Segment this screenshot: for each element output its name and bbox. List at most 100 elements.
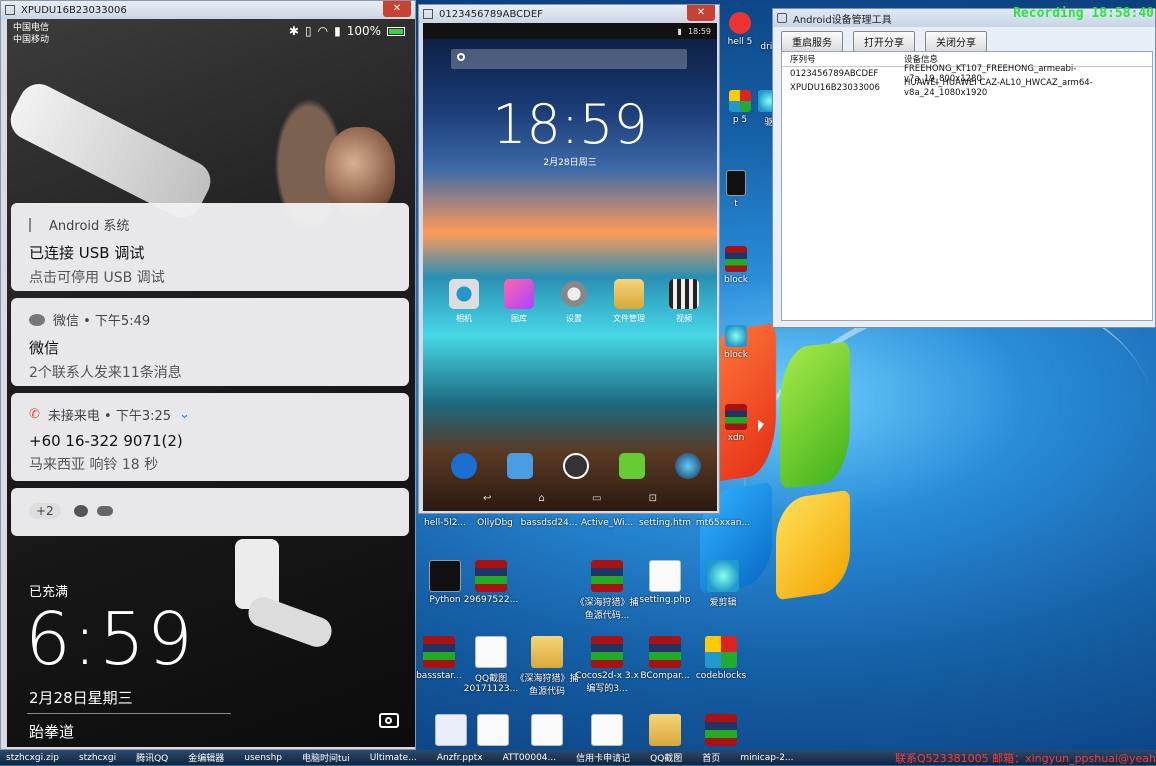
table-row[interactable]: XPUDU16B23033006 HUAWEI_HUAWEI CAZ-AL10_…	[782, 78, 1152, 98]
desktop-icon[interactable]: mt65xxan...	[690, 518, 756, 528]
taskbar-item[interactable]: 首页	[702, 751, 720, 764]
home-clock: 18:59	[492, 93, 648, 156]
taskbar-item[interactable]: stzhcxgi.zip	[6, 753, 59, 763]
taskbar-item[interactable]: minicap-2...	[740, 753, 793, 763]
usb-icon	[29, 217, 41, 232]
device-list[interactable]: 序列号 设备信息 0123456789ABCDEF FREEHONG_KT107…	[781, 51, 1153, 321]
messaging-icon[interactable]	[619, 453, 645, 479]
taskbar-item[interactable]: Anzfr.pptx	[437, 753, 483, 763]
battery-icon: ▮	[677, 26, 682, 36]
desktop-icon[interactable]: bassdsd24...	[516, 518, 582, 528]
taskbar-item[interactable]: QQ截图	[650, 751, 682, 764]
app-video[interactable]: 视频	[659, 279, 709, 324]
desktop-icon[interactable]	[514, 714, 580, 749]
document-icon	[649, 560, 681, 592]
image-file-icon	[475, 636, 507, 668]
tool-toolbar: 重启服务 打开分享 关闭分享	[781, 31, 987, 52]
desktop-icon[interactable]: setting.php	[632, 560, 698, 605]
desktop-icon[interactable]: Active_Wi...	[574, 518, 640, 528]
phone2-titlebar[interactable]: 0123456789ABCDEF ✕	[419, 5, 719, 23]
desktop-icon-label: 《深海狩猎》捕鱼源代码...	[575, 598, 639, 621]
desktop-icon[interactable]: xdn	[716, 404, 756, 443]
close-button[interactable]: ✕	[687, 5, 715, 21]
notification-usb[interactable]: Android 系统 已连接 USB 调试 点击可停用 USB 调试	[11, 203, 409, 291]
desktop-icon[interactable]: 29697522...	[458, 560, 524, 605]
contacts-icon[interactable]	[507, 453, 533, 479]
notification-wechat[interactable]: 微信 • 下午5:49 微信 2个联系人发来11条消息	[11, 298, 409, 386]
close-share-button[interactable]: 关闭分享	[925, 31, 987, 52]
app-camera[interactable]: 相机	[439, 279, 489, 324]
app-file-manager[interactable]: 文件管理	[604, 279, 654, 324]
desktop-icon[interactable]: block	[716, 325, 756, 360]
desktop-icon[interactable]: 爱剪辑	[690, 560, 756, 608]
device-tool-window[interactable]: Android设备管理工具 重启服务 打开分享 关闭分享 序列号 设备信息 01…	[772, 8, 1156, 328]
desktop-icon-label: Cocos2d-x 3.x编写的3...	[575, 671, 639, 694]
camera-icon[interactable]	[379, 713, 399, 728]
notification-app: Android 系统	[49, 219, 130, 234]
desktop-icon[interactable]: 《深海狩猎》捕鱼源代码	[514, 636, 580, 697]
desktop-icon-label: hell 5	[727, 37, 753, 47]
desktop-icon[interactable]: Cocos2d-x 3.x编写的3...	[574, 636, 640, 694]
desktop-icon[interactable]	[688, 714, 754, 749]
notification-missed-call[interactable]: ✆ 未接来电 • 下午3:25 ⌄ +60 16-322 9071(2) 马来西亚 …	[11, 393, 409, 481]
back-button[interactable]: ↩	[483, 493, 491, 504]
browser-icon[interactable]	[675, 453, 701, 479]
taskbar-item[interactable]: 信用卡申请记	[576, 751, 630, 764]
notification-body: 马来西亚 响铃 18 秒	[29, 457, 159, 473]
taskbar-item[interactable]: stzhcxgi	[79, 753, 116, 763]
open-share-button[interactable]: 打开分享	[853, 31, 915, 52]
phone1-titlebar[interactable]: XPUDU16B23033006 ✕	[1, 1, 415, 19]
phone1-window[interactable]: XPUDU16B23033006 ✕ 中国电信 中国移动 ✱ ▯ ◠ ▮ 100…	[0, 0, 416, 750]
app-label: 视频	[676, 314, 692, 323]
app-icon	[725, 325, 747, 347]
column-header-serial[interactable]: 序列号	[782, 53, 904, 65]
desktop-icon[interactable]: setting.htm	[632, 518, 698, 528]
document-icon	[531, 714, 563, 746]
desktop-icon-label: 《深海狩猎》捕鱼源代码	[515, 674, 579, 697]
taskbar-item[interactable]: Ultimate...	[370, 753, 417, 763]
notification-more[interactable]: +2	[11, 488, 409, 536]
app-icon	[729, 90, 751, 112]
chat-bubble-icon	[73, 504, 88, 517]
desktop-icon[interactable]: 《深海狩猎》捕鱼源代码...	[574, 560, 640, 621]
search-bar[interactable]	[451, 49, 687, 69]
desktop-icon-label: setting.php	[639, 595, 691, 605]
taskbar-item[interactable]: ATT00004...	[503, 753, 557, 763]
more-count-badge: +2	[29, 503, 61, 519]
desktop-icon[interactable]: codeblocks	[688, 636, 754, 681]
desktop-icon-label: p 5	[732, 115, 748, 125]
desktop-icon-label: block	[724, 350, 748, 360]
phone1-title: XPUDU16B23033006	[21, 4, 127, 16]
chevron-down-icon[interactable]: ⌄	[179, 407, 190, 422]
taskbar-item[interactable]: 电脑时间tui	[302, 751, 350, 764]
restart-service-button[interactable]: 重启服务	[781, 31, 843, 52]
home-button[interactable]: ⌂	[539, 493, 545, 504]
phone-icon[interactable]	[451, 453, 477, 479]
desktop-icon[interactable]	[574, 714, 640, 749]
desktop-icon[interactable]: block	[716, 246, 756, 285]
app-drawer-icon[interactable]	[563, 453, 589, 479]
app-icon	[726, 170, 746, 196]
taskbar-item[interactable]: 腾讯QQ	[136, 751, 168, 764]
app-settings[interactable]: 设置	[549, 279, 599, 324]
signal-icon: ▮	[334, 24, 341, 38]
desktop-icon-label: mt65xxan...	[695, 518, 751, 528]
phone2-window[interactable]: 0123456789ABCDEF ✕ ▮ 18:59 18:59 2月28日周三 …	[418, 4, 720, 514]
status-bar: ▮ 18:59	[423, 23, 717, 39]
desktop-icon[interactable]: t	[716, 170, 756, 209]
desktop-icon-label: t	[734, 199, 738, 209]
taskbar-item[interactable]: 金编辑器	[188, 751, 224, 764]
home-icon	[777, 13, 787, 23]
desktop-icon-label: Active_Wi...	[580, 518, 634, 528]
serial-cell: XPUDU16B23033006	[790, 83, 880, 93]
notification-app: 未接来电 • 下午3:25	[47, 409, 172, 424]
app-gallery[interactable]: 图库	[494, 279, 544, 324]
screenshot-button[interactable]: ⊡	[649, 493, 657, 504]
phone2-screen[interactable]: ▮ 18:59 18:59 2月28日周三 相机 图库 设置 文件管理 视频 ↩ …	[423, 23, 717, 511]
desktop-icon-label: codeblocks	[695, 671, 747, 681]
missed-call-icon: ✆	[29, 407, 40, 422]
taskbar-item[interactable]: usenshp	[244, 753, 282, 763]
close-button[interactable]: ✕	[383, 1, 411, 17]
recents-button[interactable]: ▭	[592, 493, 601, 504]
phone1-screen[interactable]: 中国电信 中国移动 ✱ ▯ ◠ ▮ 100% Android 系统 已连接 US…	[7, 19, 415, 747]
